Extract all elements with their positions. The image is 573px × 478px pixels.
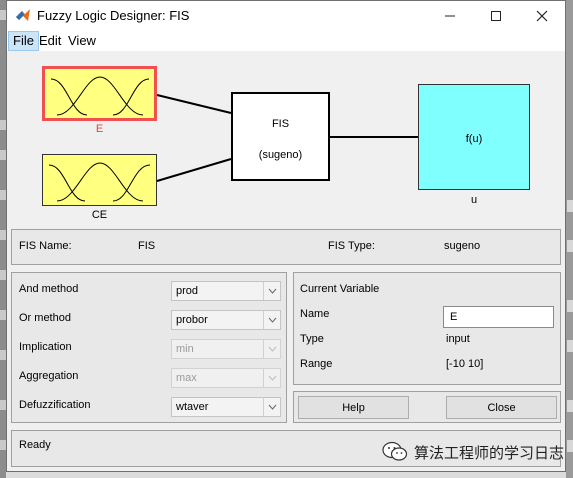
implication-select: min — [171, 339, 281, 359]
window-title: Fuzzy Logic Designer: FIS — [37, 8, 190, 23]
input-variable-e[interactable] — [42, 66, 157, 121]
matlab-icon — [16, 9, 30, 21]
and-method-value: prod — [176, 285, 199, 297]
defuzzification-select[interactable]: wtaver — [171, 397, 281, 417]
variable-range-label: Range — [300, 358, 333, 370]
current-variable-title: Current Variable — [300, 283, 380, 295]
output-variable-u[interactable]: f(u) — [418, 84, 530, 190]
input-ce-label: CE — [91, 209, 108, 221]
maximize-button[interactable] — [473, 1, 519, 31]
fis-diagram: E CE FIS (sugeno) f(u) u — [8, 51, 564, 227]
and-method-label: And method — [19, 283, 79, 295]
or-method-label: Or method — [19, 312, 71, 324]
fis-name-label: FIS Name: — [19, 240, 72, 252]
methods-panel: And method prod Or method probor Implica… — [11, 272, 287, 423]
fis-type-value: sugeno — [444, 240, 481, 252]
fis-name-value: FIS — [138, 240, 156, 252]
variable-name-label: Name — [300, 308, 330, 320]
defuzzification-label: Defuzzification — [19, 399, 91, 411]
close-button[interactable]: Close — [446, 396, 557, 419]
fis-info-panel: FIS Name: FIS FIS Type: sugeno — [11, 229, 561, 265]
output-function-label: f(u) — [465, 133, 483, 145]
aggregation-label: Aggregation — [19, 370, 79, 382]
menu-view[interactable]: View — [64, 31, 100, 51]
maximize-icon — [491, 11, 501, 21]
current-variable-panel: Current Variable Name E Type input Range… — [293, 272, 561, 385]
fis-type-label: FIS Type: — [328, 240, 375, 252]
wechat-icon — [382, 441, 408, 461]
chevron-down-icon — [263, 398, 280, 416]
chevron-down-icon — [263, 369, 280, 387]
buttons-panel: Help Close — [293, 391, 561, 423]
menu-edit[interactable]: Edit — [35, 31, 65, 51]
implication-label: Implication — [19, 341, 72, 353]
input-e-label: E — [95, 123, 104, 135]
fis-rule-box[interactable]: FIS (sugeno) — [231, 92, 330, 181]
output-u-label: u — [470, 194, 478, 206]
or-method-value: probor — [176, 314, 208, 326]
title-bar[interactable]: Fuzzy Logic Designer: FIS — [7, 1, 565, 31]
membership-functions-icon — [48, 162, 151, 202]
status-text: Ready — [19, 439, 51, 451]
input-variable-ce[interactable] — [42, 154, 157, 206]
variable-name-value: E — [450, 311, 458, 323]
defuzzification-value: wtaver — [176, 401, 209, 413]
watermark-text: 算法工程师的学习日志 — [414, 444, 565, 462]
chevron-down-icon — [263, 340, 280, 358]
help-button[interactable]: Help — [298, 396, 409, 419]
membership-functions-icon — [50, 76, 150, 116]
and-method-select[interactable]: prod — [171, 281, 281, 301]
or-method-select[interactable]: probor — [171, 310, 281, 330]
watermark: 算法工程师的学习日志 — [382, 441, 564, 463]
minimize-button[interactable] — [427, 1, 473, 31]
variable-type-label: Type — [300, 333, 324, 345]
variable-range-value: [-10 10] — [446, 358, 484, 370]
implication-value: min — [176, 343, 194, 355]
close-icon — [536, 10, 548, 22]
close-window-button[interactable] — [519, 1, 565, 31]
fis-box-type: (sugeno) — [258, 149, 303, 161]
variable-name-input[interactable]: E — [443, 306, 554, 328]
fuzzy-logic-designer-window: Fuzzy Logic Designer: FIS File Edit View — [6, 0, 566, 472]
variable-type-value: input — [446, 333, 470, 345]
aggregation-select: max — [171, 368, 281, 388]
minimize-icon — [445, 15, 455, 17]
background-window-right — [566, 0, 573, 478]
menu-bar: File Edit View — [7, 31, 565, 51]
chevron-down-icon — [263, 311, 280, 329]
chevron-down-icon — [263, 282, 280, 300]
fis-box-title: FIS — [271, 118, 290, 130]
aggregation-value: max — [176, 372, 197, 384]
